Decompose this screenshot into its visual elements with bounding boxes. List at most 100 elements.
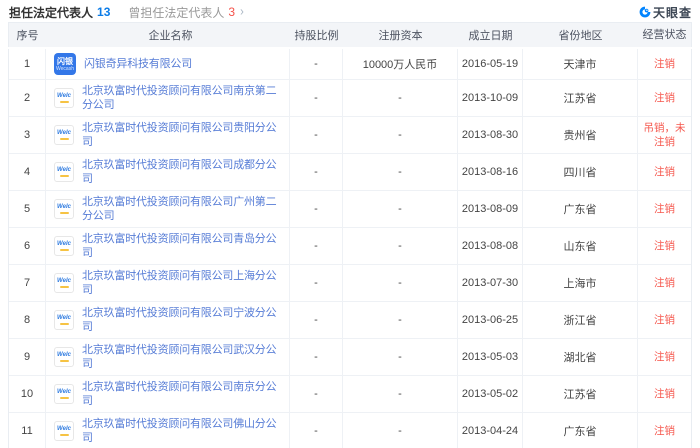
logo-text: Welc bbox=[57, 389, 71, 396]
cell-capital: - bbox=[343, 80, 458, 116]
cell-region: 广东省 bbox=[523, 413, 638, 448]
col-header-date: 成立日期 bbox=[458, 23, 523, 47]
section-header: 担任法定代表人 13 曾担任法定代表人 3 › 天眼查 bbox=[0, 0, 700, 22]
logo-text: Welc bbox=[57, 130, 71, 137]
cell-status: 注销 bbox=[638, 228, 691, 264]
company-link[interactable]: 北京玖富时代投资顾问有限公司佛山分公司 bbox=[82, 417, 286, 445]
cell-region: 贵州省 bbox=[523, 117, 638, 153]
cell-company: 闪银Wecash 闪银奇异科技有限公司 bbox=[46, 49, 290, 79]
cell-status: 注销 bbox=[638, 265, 691, 301]
cell-date: 2013-07-30 bbox=[458, 265, 523, 301]
col-header-ratio: 持股比例 bbox=[290, 23, 343, 47]
welc-logo: Welc bbox=[54, 199, 74, 219]
cell-status: 注销 bbox=[638, 154, 691, 190]
cell-ratio: - bbox=[290, 191, 343, 227]
cell-capital: - bbox=[343, 302, 458, 338]
cell-index: 3 bbox=[9, 117, 46, 153]
cell-capital: - bbox=[343, 376, 458, 412]
tianyancha-eye-icon bbox=[639, 6, 651, 18]
company-link[interactable]: 北京玖富时代投资顾问有限公司青岛分公司 bbox=[82, 232, 286, 260]
logo-text: Welc bbox=[57, 167, 71, 174]
cell-company: Welc 北京玖富时代投资顾问有限公司宁波分公司 bbox=[46, 302, 290, 338]
cell-capital: 10000万人民币 bbox=[343, 49, 458, 79]
cell-ratio: - bbox=[290, 302, 343, 338]
tianyancha-watermark: 天眼查 bbox=[639, 4, 692, 21]
cell-date: 2013-05-02 bbox=[458, 376, 523, 412]
cell-region: 浙江省 bbox=[523, 302, 638, 338]
table-row: 5 Welc 北京玖富时代投资顾问有限公司广州第二分公司 - - 2013-08… bbox=[9, 190, 691, 227]
cell-region: 广东省 bbox=[523, 191, 638, 227]
welc-logo: Welc bbox=[54, 347, 74, 367]
current-legal-rep-count: 13 bbox=[97, 5, 110, 19]
cell-ratio: - bbox=[290, 49, 343, 79]
company-link[interactable]: 北京玖富时代投资顾问有限公司南京分公司 bbox=[82, 380, 286, 408]
current-legal-rep-title: 担任法定代表人 bbox=[9, 4, 93, 21]
table-row: 11 Welc 北京玖富时代投资顾问有限公司佛山分公司 - - 2013-04-… bbox=[9, 412, 691, 448]
table-row: 7 Welc 北京玖富时代投资顾问有限公司上海分公司 - - 2013-07-3… bbox=[9, 264, 691, 301]
table-row: 2 Welc 北京玖富时代投资顾问有限公司南京第二分公司 - - 2013-10… bbox=[9, 79, 691, 116]
logo-text: Welc bbox=[57, 241, 71, 248]
welc-logo: Welc bbox=[54, 236, 74, 256]
cell-region: 湖北省 bbox=[523, 339, 638, 375]
cell-company: Welc 北京玖富时代投资顾问有限公司上海分公司 bbox=[46, 265, 290, 301]
logo-text: 闪银 bbox=[57, 57, 73, 66]
welc-logo: Welc bbox=[54, 88, 74, 108]
logo-text: Welc bbox=[57, 315, 71, 322]
cell-ratio: - bbox=[290, 80, 343, 116]
cell-region: 江苏省 bbox=[523, 376, 638, 412]
cell-status: 注销 bbox=[638, 80, 691, 116]
logo-text: Welc bbox=[57, 278, 71, 285]
col-header-index: 序号 bbox=[9, 23, 46, 47]
cell-index: 1 bbox=[9, 49, 46, 79]
cell-company: Welc 北京玖富时代投资顾问有限公司成都分公司 bbox=[46, 154, 290, 190]
cell-status: 注销 bbox=[638, 191, 691, 227]
company-link[interactable]: 北京玖富时代投资顾问有限公司贵阳分公司 bbox=[82, 121, 286, 149]
company-link[interactable]: 北京玖富时代投资顾问有限公司上海分公司 bbox=[82, 269, 286, 297]
cell-index: 5 bbox=[9, 191, 46, 227]
cell-index: 9 bbox=[9, 339, 46, 375]
cell-date: 2016-05-19 bbox=[458, 49, 523, 79]
cell-region: 天津市 bbox=[523, 49, 638, 79]
table-row: 9 Welc 北京玖富时代投资顾问有限公司武汉分公司 - - 2013-05-0… bbox=[9, 338, 691, 375]
logo-text: Welc bbox=[57, 426, 71, 433]
company-link[interactable]: 北京玖富时代投资顾问有限公司广州第二分公司 bbox=[82, 195, 286, 223]
cell-date: 2013-08-30 bbox=[458, 117, 523, 153]
cell-index: 11 bbox=[9, 413, 46, 448]
logo-text: Welc bbox=[57, 204, 71, 211]
cell-company: Welc 北京玖富时代投资顾问有限公司武汉分公司 bbox=[46, 339, 290, 375]
cell-ratio: - bbox=[290, 265, 343, 301]
cell-status: 吊销，未注销 bbox=[638, 117, 691, 153]
col-header-region: 省份地区 bbox=[523, 23, 638, 47]
brand-name: 天眼查 bbox=[653, 4, 692, 21]
welc-logo: Welc bbox=[54, 162, 74, 182]
col-header-capital: 注册资本 bbox=[343, 23, 458, 47]
former-legal-rep-count: 3 bbox=[228, 5, 235, 19]
welc-logo: Welc bbox=[54, 421, 74, 441]
cell-date: 2013-08-09 bbox=[458, 191, 523, 227]
company-link[interactable]: 北京玖富时代投资顾问有限公司宁波分公司 bbox=[82, 306, 286, 334]
table-row: 4 Welc 北京玖富时代投资顾问有限公司成都分公司 - - 2013-08-1… bbox=[9, 153, 691, 190]
company-link[interactable]: 闪银奇异科技有限公司 bbox=[84, 57, 192, 71]
cell-index: 2 bbox=[9, 80, 46, 116]
table-body: 1 闪银Wecash 闪银奇异科技有限公司 - 10000万人民币 2016-0… bbox=[8, 49, 692, 448]
logo-text: Wecash bbox=[56, 66, 74, 72]
cell-capital: - bbox=[343, 117, 458, 153]
table-row: 10 Welc 北京玖富时代投资顾问有限公司南京分公司 - - 2013-05-… bbox=[9, 375, 691, 412]
welc-logo: Welc bbox=[54, 125, 74, 145]
cell-capital: - bbox=[343, 228, 458, 264]
cell-ratio: - bbox=[290, 154, 343, 190]
cell-ratio: - bbox=[290, 228, 343, 264]
company-link[interactable]: 北京玖富时代投资顾问有限公司南京第二分公司 bbox=[82, 84, 286, 112]
table-row: 6 Welc 北京玖富时代投资顾问有限公司青岛分公司 - - 2013-08-0… bbox=[9, 227, 691, 264]
cell-date: 2013-05-03 bbox=[458, 339, 523, 375]
cell-date: 2013-04-24 bbox=[458, 413, 523, 448]
company-link[interactable]: 北京玖富时代投资顾问有限公司成都分公司 bbox=[82, 158, 286, 186]
company-link[interactable]: 北京玖富时代投资顾问有限公司武汉分公司 bbox=[82, 343, 286, 371]
cell-ratio: - bbox=[290, 117, 343, 153]
table-row: 8 Welc 北京玖富时代投资顾问有限公司宁波分公司 - - 2013-06-2… bbox=[9, 301, 691, 338]
cell-capital: - bbox=[343, 339, 458, 375]
cell-company: Welc 北京玖富时代投资顾问有限公司广州第二分公司 bbox=[46, 191, 290, 227]
cell-status: 注销 bbox=[638, 413, 691, 448]
cell-index: 7 bbox=[9, 265, 46, 301]
former-legal-rep-link[interactable]: 曾担任法定代表人 3 › bbox=[128, 4, 243, 21]
